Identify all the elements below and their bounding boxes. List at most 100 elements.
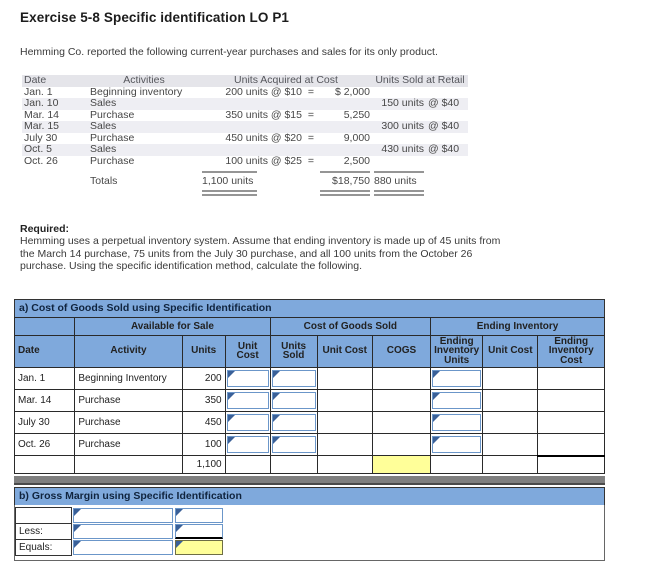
unit-cost-input-cell[interactable] bbox=[224, 366, 271, 390]
cell-units: 100 bbox=[181, 432, 226, 456]
col-header-activities: Activities bbox=[88, 74, 200, 87]
blank-cell bbox=[269, 455, 318, 474]
cell-cost: 9,000 bbox=[343, 131, 370, 144]
cell-cost bbox=[318, 121, 372, 133]
section-a-title: a) Cost of Goods Sold using Specific Ide… bbox=[14, 298, 605, 318]
ending-cost-output-cell bbox=[537, 410, 605, 434]
cell-date: Oct. 5 bbox=[22, 143, 88, 156]
worksheet: a) Cost of Goods Sold using Specific Ide… bbox=[13, 298, 605, 561]
input-marker-icon bbox=[433, 370, 441, 378]
cell-activity: Beginning Inventory bbox=[74, 366, 183, 390]
blank-cell bbox=[482, 455, 539, 474]
cell-equals: = bbox=[307, 154, 315, 167]
col-header-activity: Activity bbox=[74, 334, 183, 368]
amount-input-cell[interactable] bbox=[174, 507, 224, 524]
cogs-output-cell bbox=[371, 432, 432, 456]
col-header-units: Units bbox=[181, 334, 226, 368]
input-marker-icon bbox=[272, 414, 280, 422]
unit-cost-output-cell bbox=[316, 410, 373, 434]
unit-cost-output-cell bbox=[316, 388, 373, 412]
cell-acquired: 100 units @ $25 bbox=[225, 154, 302, 167]
col-header-cogs: COGS bbox=[371, 334, 432, 368]
cell-cost bbox=[318, 144, 372, 156]
group-header-cogs: Cost of Goods Sold bbox=[269, 316, 432, 336]
description-input-cell[interactable] bbox=[72, 507, 174, 524]
input-marker-icon bbox=[227, 370, 235, 378]
table-row: Oct. 26 Purchase 100 units @ $25 = 2,500 bbox=[22, 154, 468, 168]
column-header-row: Date Activity Units Unit Cost Units Sold… bbox=[13, 334, 605, 368]
totals-units-acquired: 1,100 units bbox=[202, 175, 254, 188]
ending-units-input-cell[interactable] bbox=[430, 366, 484, 390]
cell-units: 450 bbox=[181, 410, 226, 434]
cell-activity: Purchase bbox=[74, 432, 183, 456]
col-header-units-acquired: Units Acquired at Cost bbox=[200, 74, 372, 87]
cogs-output-cell bbox=[371, 410, 432, 434]
units-sold-input-cell[interactable] bbox=[269, 366, 318, 390]
required-section: Required: Hemming uses a perpetual inven… bbox=[20, 223, 502, 273]
cogs-output-cell bbox=[371, 366, 432, 390]
gross-margin-box: Less: Equals: bbox=[14, 504, 605, 561]
double-rule bbox=[372, 188, 426, 197]
ending-units-input-cell[interactable] bbox=[430, 432, 484, 456]
cell-acquired: 350 units @ $15 bbox=[225, 108, 302, 121]
cell-date: Jan. 1 bbox=[13, 366, 76, 390]
cell-acquired: 200 units @ $10 bbox=[225, 85, 302, 98]
group-header-row: Available for Sale Cost of Goods Sold En… bbox=[13, 316, 605, 336]
input-marker-icon bbox=[433, 392, 441, 400]
col-header-unit-cost-3: Unit Cost bbox=[482, 334, 539, 368]
cell-equals: = bbox=[307, 85, 315, 98]
input-marker-icon bbox=[74, 508, 81, 516]
description-input-cell[interactable] bbox=[72, 539, 174, 556]
units-sold-input-cell[interactable] bbox=[269, 388, 318, 412]
units-sold-input-cell[interactable] bbox=[269, 432, 318, 456]
table-row: Oct. 5 Sales 430 units @ $40 bbox=[22, 143, 468, 156]
row-label bbox=[15, 506, 72, 524]
blank-cell bbox=[430, 455, 484, 474]
amount-input-cell[interactable] bbox=[174, 523, 224, 540]
ending-cost-output-cell bbox=[537, 366, 605, 390]
unit-cost-output-cell bbox=[482, 410, 539, 434]
blank-cell bbox=[74, 455, 183, 474]
input-marker-icon bbox=[433, 414, 441, 422]
units-sold-input-cell[interactable] bbox=[269, 410, 318, 434]
cogs-worksheet-table: Available for Sale Cost of Goods Sold En… bbox=[13, 316, 605, 474]
equals-label: Equals: bbox=[15, 538, 72, 556]
unit-cost-input-cell[interactable] bbox=[224, 388, 271, 412]
gross-margin-row: Equals: bbox=[15, 538, 604, 556]
blank-cell bbox=[224, 455, 271, 474]
worksheet-row: Jan. 1 Beginning Inventory 200 bbox=[13, 366, 605, 390]
input-marker-icon bbox=[176, 524, 183, 532]
input-marker-icon bbox=[272, 392, 280, 400]
total-ending-cost-cell bbox=[537, 454, 605, 474]
cell-date: Oct. 26 bbox=[24, 154, 58, 167]
section-b-title: b) Gross Margin using Specific Identific… bbox=[14, 486, 605, 506]
double-rule bbox=[200, 188, 304, 197]
cell-acquired bbox=[200, 98, 304, 110]
required-label: Required: bbox=[20, 223, 70, 235]
cell-acquired: 450 units @ $20 bbox=[225, 131, 302, 144]
totals-label: Totals bbox=[90, 175, 118, 188]
purchases-header-row: Date Activities Units Acquired at Cost U… bbox=[22, 74, 468, 87]
ending-cost-output-cell bbox=[537, 388, 605, 412]
ending-units-input-cell[interactable] bbox=[430, 388, 484, 412]
cell-activity: Sales bbox=[88, 143, 200, 156]
input-marker-icon bbox=[227, 392, 235, 400]
cell-activity: Purchase bbox=[90, 154, 135, 167]
group-header-ending: Ending Inventory bbox=[430, 316, 605, 336]
unit-cost-input-cell[interactable] bbox=[224, 410, 271, 434]
description-input-cell[interactable] bbox=[72, 523, 174, 540]
unit-cost-input-cell[interactable] bbox=[224, 432, 271, 456]
cell-sold-price bbox=[426, 156, 468, 168]
col-header-date: Date bbox=[22, 74, 88, 87]
unit-cost-output-cell bbox=[316, 432, 373, 456]
cell-date: July 30 bbox=[13, 410, 76, 434]
gross-margin-answer-cell[interactable] bbox=[174, 539, 224, 556]
input-marker-icon bbox=[227, 436, 235, 444]
double-rule-row bbox=[22, 188, 468, 197]
blank-cell bbox=[13, 455, 76, 474]
ending-units-input-cell[interactable] bbox=[430, 410, 484, 434]
blank-cell bbox=[316, 455, 373, 474]
cell-units: 350 bbox=[181, 388, 226, 412]
total-cogs-answer-cell[interactable] bbox=[371, 455, 432, 474]
purchases-sales-table: Date Activities Units Acquired at Cost U… bbox=[22, 74, 468, 197]
